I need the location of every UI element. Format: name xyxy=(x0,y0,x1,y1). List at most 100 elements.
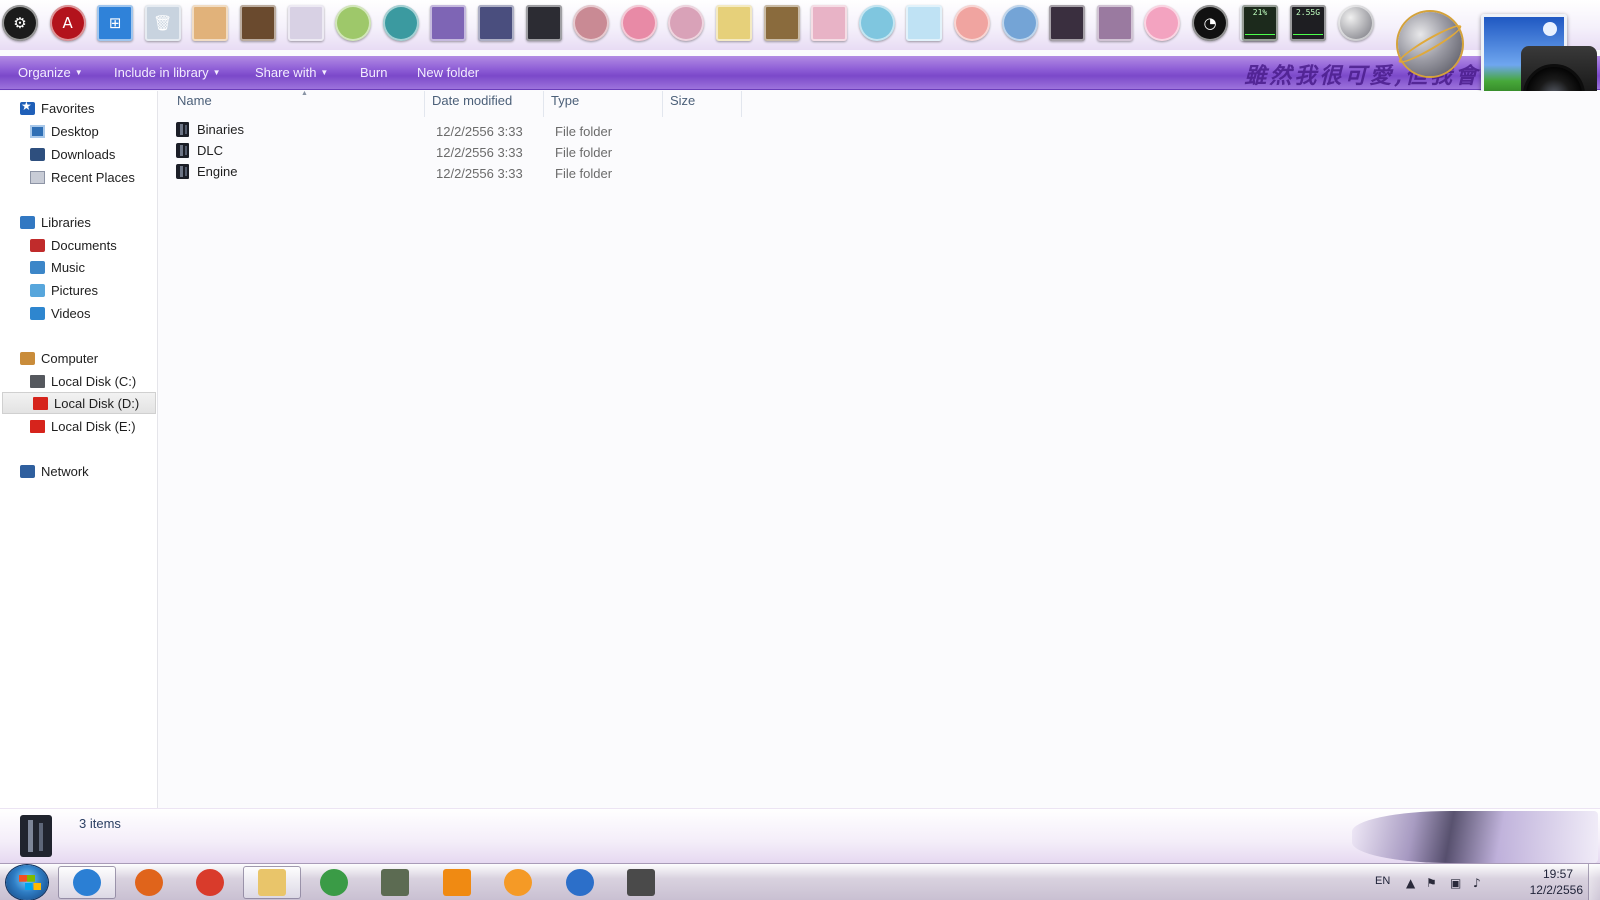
globe-gadget-icon[interactable] xyxy=(1395,12,1465,76)
nav-item-local-disk-c[interactable]: Local Disk (C:) xyxy=(0,370,156,392)
nav-item-label: Recent Places xyxy=(51,169,135,185)
anime-shortcut-icon-15[interactable] xyxy=(906,5,943,41)
file-row-dlc[interactable]: DLC 12/2/2556 3:33 File folder xyxy=(168,142,760,162)
share-with-dropdown-icon: ▼ xyxy=(320,68,329,77)
media-player-taskbar-button[interactable] xyxy=(489,866,547,899)
windows-logo-icon[interactable]: ⊞ xyxy=(97,5,134,41)
top-dock: ⚙A⊞🗑◔🗑 21% 2.55G xyxy=(0,0,1600,50)
clock-time[interactable]: 19:57 xyxy=(1543,867,1573,881)
nav-item-label: Videos xyxy=(51,305,91,321)
network-status-icon[interactable]: ▣ xyxy=(1450,876,1461,890)
anime-shortcut-icon-8[interactable] xyxy=(573,5,610,41)
file-row-engine[interactable]: Engine 12/2/2556 3:33 File folder xyxy=(168,163,760,183)
file-row-binaries[interactable]: Binaries 12/2/2556 3:33 File folder xyxy=(168,121,760,141)
column-header-size-label: Size xyxy=(670,93,696,108)
column-header-name[interactable]: Name ▲ xyxy=(171,90,425,117)
daemon-tools-taskbar-icon xyxy=(566,869,594,896)
anime-shortcut-icon-14[interactable] xyxy=(858,5,895,41)
nav-item-downloads[interactable]: Downloads xyxy=(0,143,156,165)
file-name: DLC xyxy=(197,143,224,158)
navigation-pane: Favorites Desktop Downloads Recent Place… xyxy=(0,91,158,808)
steam-icon[interactable]: ⚙ xyxy=(2,5,38,41)
anime-shortcut-icon-20[interactable] xyxy=(1144,5,1181,41)
action-center-icon[interactable]: ⚑ xyxy=(1426,876,1437,890)
nav-item-videos[interactable]: Videos xyxy=(0,302,156,324)
nav-item-label: Music xyxy=(51,259,85,275)
dvd-icon[interactable] xyxy=(478,5,514,41)
weather-globe-icon[interactable] xyxy=(1338,5,1374,41)
anime-shortcut-icon-10[interactable] xyxy=(668,5,705,41)
anime-shortcut-icon-18[interactable] xyxy=(1049,5,1086,41)
anime-shortcut-icon-12[interactable] xyxy=(763,5,800,41)
anime-shortcut-icon-2[interactable] xyxy=(240,5,276,41)
task-manager-taskbar-icon xyxy=(381,869,409,896)
nav-item-pictures[interactable]: Pictures xyxy=(0,279,156,301)
cpu-meter-graph xyxy=(1245,23,1275,35)
internet-download-manager-taskbar-button[interactable] xyxy=(305,866,363,899)
nav-item-documents[interactable]: Documents xyxy=(0,234,156,256)
nav-item-label: Local Disk (C:) xyxy=(51,373,137,389)
include-in-library-button[interactable]: Include in library ▼ xyxy=(114,65,221,80)
monitor-app-taskbar-button[interactable] xyxy=(612,866,670,899)
vlc-taskbar-button[interactable] xyxy=(428,866,486,899)
column-header-size[interactable]: Size xyxy=(664,91,742,117)
nav-favorites[interactable]: Favorites xyxy=(0,97,156,119)
share-with-button[interactable]: Share with ▼ xyxy=(255,65,328,80)
anime-shortcut-icon-13[interactable] xyxy=(811,5,848,41)
windows-logo-icon-glyph: ⊞ xyxy=(108,14,122,32)
anime-shortcut-icon-16[interactable] xyxy=(954,5,990,41)
nav-item-music[interactable]: Music xyxy=(0,256,156,278)
anime-shortcut-icon-9[interactable] xyxy=(620,5,657,41)
anime-shortcut-icon-6[interactable] xyxy=(430,5,467,41)
new-folder-button[interactable]: New folder xyxy=(417,65,479,80)
file-date-modified: 12/2/2556 3:33 xyxy=(436,166,523,181)
internet-explorer-taskbar-button[interactable] xyxy=(58,866,116,899)
nav-libraries[interactable]: Libraries xyxy=(0,211,156,233)
clock-date[interactable]: 12/2/2556 xyxy=(1530,883,1583,897)
volume-icon[interactable]: ♪ xyxy=(1473,876,1481,890)
firefox-taskbar-button[interactable] xyxy=(120,866,178,899)
file-name-cell: Engine xyxy=(176,164,237,179)
anime-shortcut-icon-19[interactable] xyxy=(1096,5,1133,41)
memory-meter-gadget[interactable]: 2.55G xyxy=(1290,5,1326,41)
anime-shortcut-icon-4[interactable] xyxy=(335,5,372,41)
burn-button[interactable]: Burn xyxy=(360,65,387,80)
column-header-date-modified[interactable]: Date modified xyxy=(426,91,544,117)
windows-explorer-taskbar-icon xyxy=(258,869,286,896)
nav-computer[interactable]: Computer xyxy=(0,347,156,369)
show-hidden-icons-icon[interactable]: ▲ xyxy=(1406,876,1415,890)
recycle-bin-icon[interactable]: 🗑 xyxy=(144,5,181,41)
game-launcher-icon[interactable]: A xyxy=(49,5,86,41)
windows-explorer-taskbar-button[interactable] xyxy=(243,866,301,899)
file-name-cell: DLC xyxy=(176,143,223,158)
anime-shortcut-icon-17[interactable] xyxy=(1001,5,1038,41)
organize-menu-button[interactable]: Organize ▼ xyxy=(18,65,83,80)
internet-download-manager-taskbar-icon xyxy=(320,869,348,896)
language-indicator[interactable]: EN xyxy=(1375,875,1390,887)
start-button[interactable] xyxy=(6,865,48,900)
taskbar: EN ▲ ⚑ ▣ ♪ 19:57 12/2/2556 xyxy=(0,863,1600,900)
anime-shortcut-icon-11[interactable] xyxy=(716,5,752,41)
nav-item-desktop[interactable]: Desktop xyxy=(0,120,156,142)
clock-gadget-icon[interactable]: ◔ xyxy=(1192,5,1228,41)
anime-shortcut-icon-1[interactable] xyxy=(192,5,229,41)
anime-shortcut-icon-5[interactable] xyxy=(382,5,419,41)
nav-item-label: Downloads xyxy=(51,146,116,162)
nav-network[interactable]: Network xyxy=(0,460,156,482)
cpu-meter-gadget[interactable]: 21% xyxy=(1242,5,1278,41)
file-type: File folder xyxy=(555,124,613,139)
anime-shortcut-icon-3[interactable] xyxy=(287,5,324,41)
anime-shortcut-icon-7[interactable] xyxy=(525,5,562,41)
nav-item-recent-places[interactable]: Recent Places xyxy=(0,166,156,188)
daemon-tools-taskbar-button[interactable] xyxy=(551,866,609,899)
column-header-type[interactable]: Type xyxy=(545,91,663,117)
nav-item-local-disk-d[interactable]: Local Disk (D:) xyxy=(2,392,156,414)
nav-item-label: Documents xyxy=(51,237,117,253)
chrome-taskbar-button[interactable] xyxy=(181,866,239,899)
hard-disk-icon xyxy=(30,374,45,388)
show-desktop-button[interactable] xyxy=(1588,864,1600,900)
file-type: File folder xyxy=(555,166,613,181)
folder-icon xyxy=(176,122,189,137)
nav-item-local-disk-e[interactable]: Local Disk (E:) xyxy=(0,415,156,437)
task-manager-taskbar-button[interactable] xyxy=(366,866,424,899)
